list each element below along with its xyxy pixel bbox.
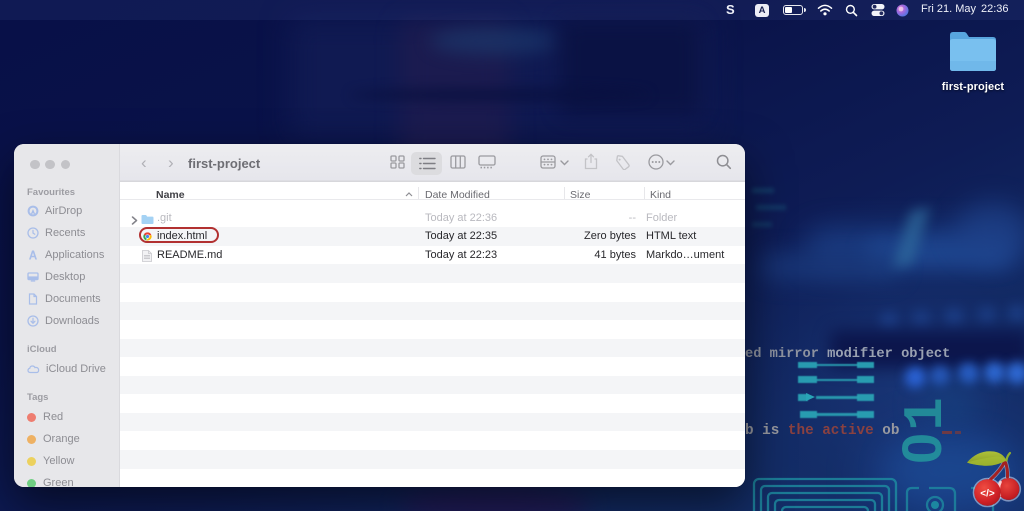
svg-text:</>: </>: [980, 489, 995, 500]
